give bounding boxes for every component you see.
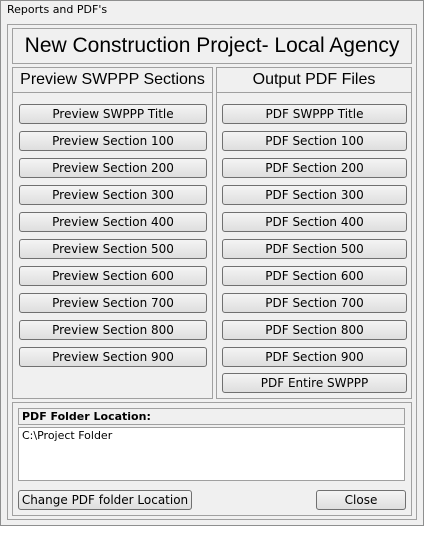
preview-panel-title: Preview SWPPP Sections bbox=[13, 68, 212, 93]
preview-section-500-button[interactable]: Preview Section 500 bbox=[19, 239, 207, 259]
preview-panel: Preview SWPPP Sections Preview SWPPP Tit… bbox=[12, 67, 213, 399]
pdf-section-300-button[interactable]: PDF Section 300 bbox=[222, 185, 407, 205]
pdf-section-900-button[interactable]: PDF Section 900 bbox=[222, 347, 407, 367]
preview-swppp-title-button[interactable]: Preview SWPPP Title bbox=[19, 104, 207, 124]
output-pdf-panel: Output PDF Files PDF SWPPP Title PDF Sec… bbox=[216, 67, 412, 399]
preview-section-700-button[interactable]: Preview Section 700 bbox=[19, 293, 207, 313]
pdf-section-200-button[interactable]: PDF Section 200 bbox=[222, 158, 407, 178]
preview-section-600-button[interactable]: Preview Section 600 bbox=[19, 266, 207, 286]
pdf-section-500-button[interactable]: PDF Section 500 bbox=[222, 239, 407, 259]
pdf-folder-label: PDF Folder Location: bbox=[18, 408, 405, 425]
pdf-entire-swppp-button[interactable]: PDF Entire SWPPP bbox=[222, 373, 407, 393]
reports-window: Reports and PDF's New Construction Proje… bbox=[0, 0, 424, 526]
output-panel-title: Output PDF Files bbox=[217, 68, 411, 93]
window-title: Reports and PDF's bbox=[7, 3, 108, 16]
preview-section-400-button[interactable]: Preview Section 400 bbox=[19, 212, 207, 232]
pdf-swppp-title-button[interactable]: PDF SWPPP Title bbox=[222, 104, 407, 124]
change-pdf-folder-button[interactable]: Change PDF folder Location bbox=[18, 490, 192, 510]
preview-section-300-button[interactable]: Preview Section 300 bbox=[19, 185, 207, 205]
pdf-section-400-button[interactable]: PDF Section 400 bbox=[222, 212, 407, 232]
main-frame: New Construction Project- Local Agency P… bbox=[7, 24, 417, 520]
preview-section-200-button[interactable]: Preview Section 200 bbox=[19, 158, 207, 178]
project-title: New Construction Project- Local Agency bbox=[12, 28, 412, 64]
pdf-section-100-button[interactable]: PDF Section 100 bbox=[222, 131, 407, 151]
pdf-section-800-button[interactable]: PDF Section 800 bbox=[222, 320, 407, 340]
pdf-folder-path-field[interactable]: C:\Project Folder bbox=[18, 427, 405, 481]
preview-section-900-button[interactable]: Preview Section 900 bbox=[19, 347, 207, 367]
preview-section-100-button[interactable]: Preview Section 100 bbox=[19, 131, 207, 151]
pdf-section-600-button[interactable]: PDF Section 600 bbox=[222, 266, 407, 286]
preview-section-800-button[interactable]: Preview Section 800 bbox=[19, 320, 207, 340]
close-button[interactable]: Close bbox=[316, 490, 406, 510]
pdf-folder-panel: PDF Folder Location: C:\Project Folder C… bbox=[12, 402, 412, 516]
pdf-section-700-button[interactable]: PDF Section 700 bbox=[222, 293, 407, 313]
